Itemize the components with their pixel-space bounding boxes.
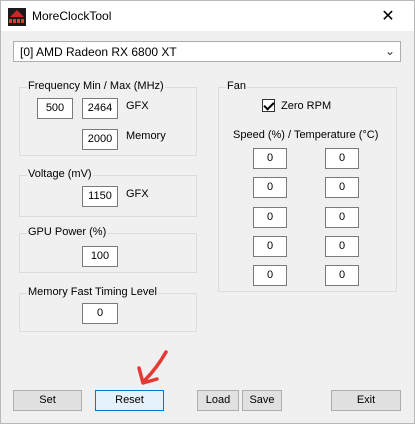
gpu-select[interactable]: [0] AMD Radeon RX 6800 XT ⌄ [13,41,401,62]
fan-temp-field[interactable]: 0 [325,177,359,198]
fan-speed-field[interactable]: 0 [253,148,287,169]
zero-rpm-checkbox[interactable] [262,99,275,112]
fan-speed-field[interactable]: 0 [253,265,287,286]
fan-curve-header: Speed (%) / Temperature (°C) [233,129,379,141]
memory-timing-field[interactable]: 0 [82,303,118,324]
gpu-power-field[interactable]: 100 [82,246,118,267]
fan-temp-field[interactable]: 0 [325,265,359,286]
reset-button[interactable]: Reset [95,390,164,411]
annotation-arrow-icon [137,350,168,385]
frequency-max-field[interactable]: 2464 [82,98,118,119]
voltage-field[interactable]: 1150 [82,186,118,207]
fan-speed-field[interactable]: 0 [253,207,287,228]
window-title: MoreClockTool [32,9,112,23]
fan-temp-field[interactable]: 0 [325,148,359,169]
fan-group-title: Fan [226,80,247,92]
gpu-power-group-title: GPU Power (%) [27,226,108,238]
save-button[interactable]: Save [242,390,282,411]
fan-temp-field[interactable]: 0 [325,236,359,257]
zero-rpm-label: Zero RPM [281,100,332,112]
fan-speed-field[interactable]: 0 [253,177,287,198]
voltage-gfx-label: GFX [126,188,149,200]
frequency-group-title: Frequency Min / Max (MHz) [27,80,165,92]
fan-group [218,87,397,292]
chevron-down-icon[interactable]: ⌄ [385,44,395,58]
frequency-min-field[interactable]: 500 [37,98,73,119]
app-logo-icon [8,8,26,26]
voltage-group-title: Voltage (mV) [27,168,93,180]
exit-button[interactable]: Exit [331,390,401,411]
frequency-gfx-label: GFX [126,100,149,112]
close-icon[interactable]: ✕ [361,2,415,32]
frequency-memory-field[interactable]: 2000 [82,129,118,150]
set-button[interactable]: Set [13,390,82,411]
load-button[interactable]: Load [197,390,239,411]
fan-speed-field[interactable]: 0 [253,236,287,257]
memory-timing-group-title: Memory Fast Timing Level [27,286,158,298]
title-bar: MoreClockTool ✕ [1,1,414,31]
fan-temp-field[interactable]: 0 [325,207,359,228]
frequency-memory-label: Memory [126,130,166,142]
gpu-select-value: [0] AMD Radeon RX 6800 XT [20,45,177,59]
